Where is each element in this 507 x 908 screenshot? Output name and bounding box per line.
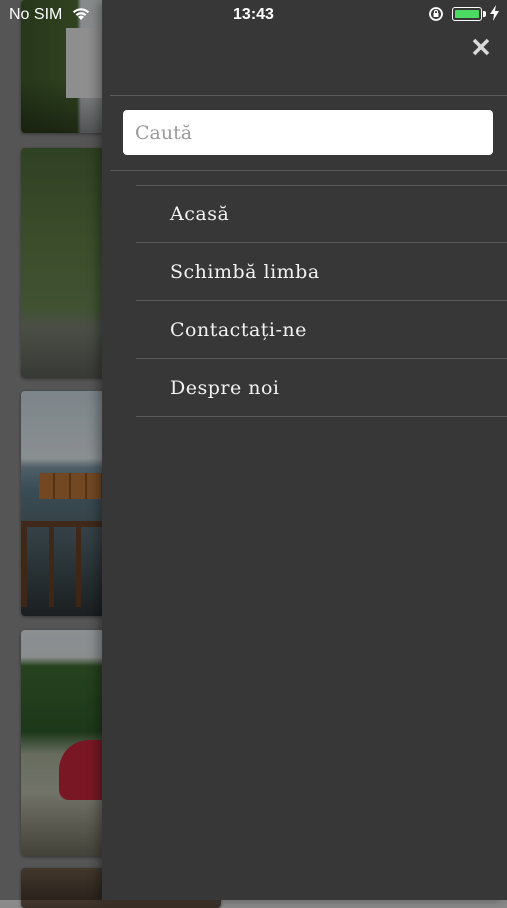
menu-item-home[interactable]: Acasă: [136, 185, 507, 243]
menu-item-change-language[interactable]: Schimbă limba: [136, 243, 507, 301]
menu-list: Acasă Schimbă limba Contactați-ne Despre…: [136, 185, 507, 417]
divider: [110, 170, 507, 171]
battery-icon: [452, 7, 486, 21]
status-bar: No SIM 13:43: [0, 0, 507, 30]
charging-icon: [490, 5, 499, 26]
close-icon[interactable]: [467, 33, 495, 61]
menu-item-about[interactable]: Despre noi: [136, 359, 507, 417]
search-box[interactable]: [123, 110, 493, 155]
rotation-lock-icon: [428, 6, 444, 27]
search-input[interactable]: [123, 110, 493, 155]
side-menu: Acasă Schimbă limba Contactați-ne Despre…: [102, 0, 507, 900]
menu-item-contact[interactable]: Contactați-ne: [136, 301, 507, 359]
divider: [110, 95, 507, 96]
